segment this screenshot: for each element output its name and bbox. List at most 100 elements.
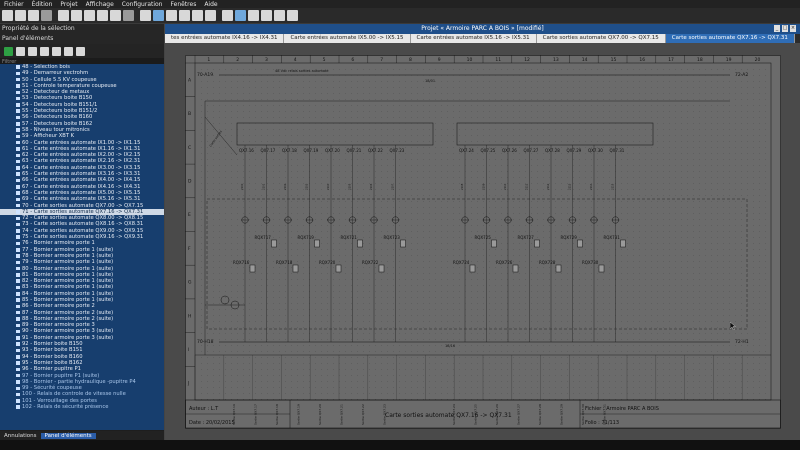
grid-dot (375, 375, 376, 376)
grid-dot (621, 69, 622, 70)
tree-item[interactable]: 102 - Relais de sécurité présence (0, 404, 164, 410)
copy-icon[interactable] (97, 10, 108, 21)
grid-dot (675, 99, 676, 100)
grid-dot (555, 375, 556, 376)
grid-dot (633, 339, 634, 340)
grid-dot (519, 93, 520, 94)
grid-dot (651, 243, 652, 244)
cut-icon[interactable] (84, 10, 95, 21)
grid-dot (537, 273, 538, 274)
grid-dot (651, 327, 652, 328)
grid-dot (309, 135, 310, 136)
grid-dot (513, 93, 514, 94)
edit-folder-icon[interactable] (28, 46, 37, 56)
grid-dot (219, 291, 220, 292)
select-icon[interactable] (140, 10, 151, 21)
grid-dot (663, 375, 664, 376)
grid-dot (495, 153, 496, 154)
grid-dot (243, 195, 244, 196)
add-rectangle-icon[interactable] (261, 10, 272, 21)
tab-folio[interactable]: Carte entrées automate IX5.16 -> IX5.31 (410, 34, 537, 43)
paste-icon[interactable] (110, 10, 121, 21)
close-window-icon[interactable]: × (790, 25, 796, 32)
grid-dot (591, 183, 592, 184)
grid-dot (711, 183, 712, 184)
grid-dot (615, 105, 616, 106)
grid-dot (453, 285, 454, 286)
tab-folio[interactable]: Carte sorties automate QX7.00 -> QX7.15 (536, 34, 666, 43)
edit-element-icon[interactable] (64, 46, 73, 56)
grid-dot (327, 297, 328, 298)
grid-dot (219, 177, 220, 178)
add-ellipse-icon[interactable] (274, 10, 285, 21)
grid-dot (363, 213, 364, 214)
grid-dot (225, 249, 226, 250)
delete-icon[interactable] (123, 10, 134, 21)
delete-element-icon[interactable] (76, 46, 85, 56)
add-polygon-icon[interactable] (287, 10, 298, 21)
reload-icon[interactable] (4, 46, 13, 56)
menu-aide[interactable]: Aide (200, 1, 221, 8)
grid-dot (261, 321, 262, 322)
new-folder-icon[interactable] (16, 46, 25, 56)
zoom-in-icon[interactable] (179, 10, 190, 21)
grid-dot (459, 231, 460, 232)
add-text-icon[interactable] (222, 10, 233, 21)
add-image-icon[interactable] (235, 10, 246, 21)
menu-edition[interactable]: Édition (28, 1, 57, 8)
tab-folio-active[interactable]: Carte sorties automate QX7.16 -> QX7.31 (665, 34, 795, 43)
grid-dot (519, 267, 520, 268)
menu-affichage[interactable]: Affichage (82, 1, 118, 8)
grid-dot (237, 297, 238, 298)
grid-dot (369, 219, 370, 220)
grid-dot (393, 351, 394, 352)
new-element-icon[interactable] (52, 46, 61, 56)
grid-dot (669, 351, 670, 352)
grid-dot (513, 321, 514, 322)
undo-icon[interactable] (58, 10, 69, 21)
zoom-reset-icon[interactable] (205, 10, 216, 21)
grid-dot (651, 165, 652, 166)
tab-folio[interactable]: Carte entrées automate IX5.00 -> IX5.15 (284, 34, 411, 43)
grid-dot (501, 357, 502, 358)
grid-dot (579, 303, 580, 304)
grid-dot (387, 225, 388, 226)
grid-dot (543, 177, 544, 178)
delete-folder-icon[interactable] (40, 46, 49, 56)
grid-dot (357, 279, 358, 280)
grid-dot (447, 225, 448, 226)
grid-dot (381, 333, 382, 334)
menu-fenetres[interactable]: Fenêtres (167, 1, 201, 8)
tab-annulations[interactable]: Annulations (0, 433, 41, 439)
grid-dot (207, 375, 208, 376)
close-icon[interactable] (41, 10, 52, 21)
menu-projet[interactable]: Projet (56, 1, 81, 8)
menu-fichier[interactable]: Fichier (0, 1, 28, 8)
tab-folio[interactable]: tes entrées automate IX4.16 -> IX4.31 (165, 34, 285, 43)
tab-panel-elements[interactable]: Panel d'éléments (40, 432, 96, 439)
menu-configuration[interactable]: Configuration (118, 1, 167, 8)
move-icon[interactable] (153, 10, 164, 21)
save-icon[interactable] (28, 10, 39, 21)
zoom-out-icon[interactable] (192, 10, 203, 21)
grid-dot (225, 243, 226, 244)
elements-tree[interactable]: 48 - Sélection bois 49 - Demarreur vectro… (0, 64, 164, 430)
grid-dot (423, 207, 424, 208)
grid-dot (573, 393, 574, 394)
redo-icon[interactable] (71, 10, 82, 21)
add-line-icon[interactable] (248, 10, 259, 21)
new-project-icon[interactable] (2, 10, 13, 21)
grid-dot (705, 117, 706, 118)
maximize-icon[interactable]: □ (782, 25, 788, 32)
grid-dot (711, 69, 712, 70)
open-icon[interactable] (15, 10, 26, 21)
grid-dot (255, 129, 256, 130)
schematic-canvas[interactable]: 1 2 3 4 5 6 7 8 9 10 11 12 13 14 15 16 17 18 19 20 A B C D E F G H I… (165, 43, 800, 440)
grid-dot (231, 225, 232, 226)
grid-dot (519, 129, 520, 130)
grid-dot (513, 255, 514, 256)
grid-dot (297, 207, 298, 208)
minimize-icon[interactable]: _ (774, 25, 780, 32)
grid-dot (417, 147, 418, 148)
zoom-fit-icon[interactable] (166, 10, 177, 21)
